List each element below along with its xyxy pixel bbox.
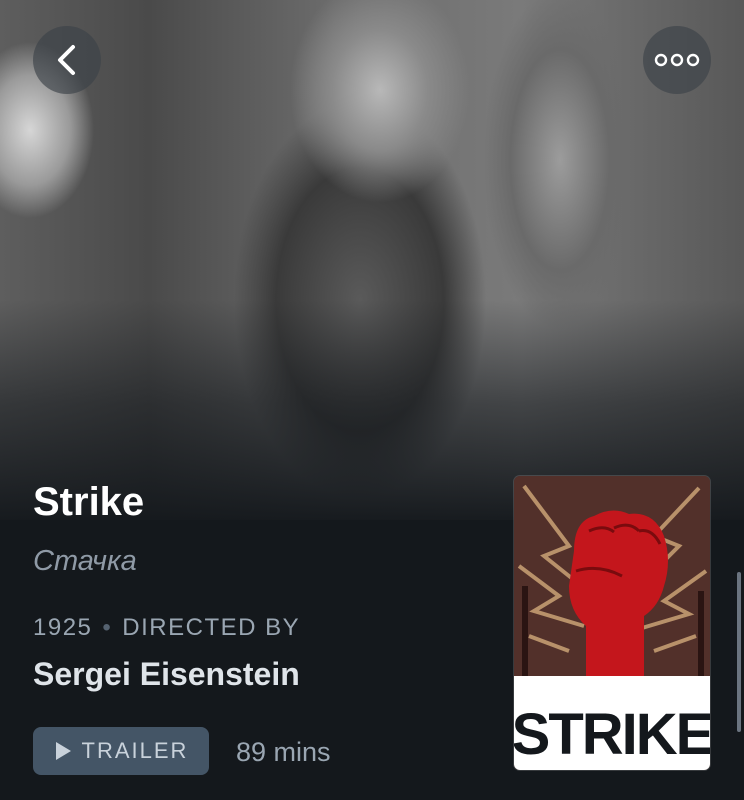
more-horizontal-icon — [654, 53, 700, 67]
director-link[interactable]: Sergei Eisenstein — [33, 656, 300, 693]
film-title: Strike — [33, 480, 145, 524]
smokestack — [522, 586, 528, 676]
meta-separator: • — [102, 614, 113, 641]
chevron-left-icon — [58, 45, 75, 75]
trailer-label: TRAILER — [81, 738, 189, 763]
poster-title: STRIKE — [514, 702, 710, 767]
film-poster[interactable]: STRIKE — [514, 476, 710, 770]
poster-artwork: STRIKE — [514, 476, 710, 770]
runtime: 89 mins — [236, 737, 331, 767]
film-meta: 1925 • DIRECTED BY — [33, 614, 300, 642]
play-icon — [55, 742, 71, 760]
trailer-button[interactable]: TRAILER — [33, 727, 209, 775]
directed-by-label: DIRECTED BY — [122, 614, 301, 641]
back-button[interactable] — [33, 26, 101, 94]
more-options-button[interactable] — [643, 26, 711, 94]
scrollbar[interactable] — [737, 572, 741, 732]
release-year[interactable]: 1925 — [33, 614, 92, 642]
original-title: Стачка — [33, 545, 137, 577]
smokestack — [698, 591, 704, 676]
